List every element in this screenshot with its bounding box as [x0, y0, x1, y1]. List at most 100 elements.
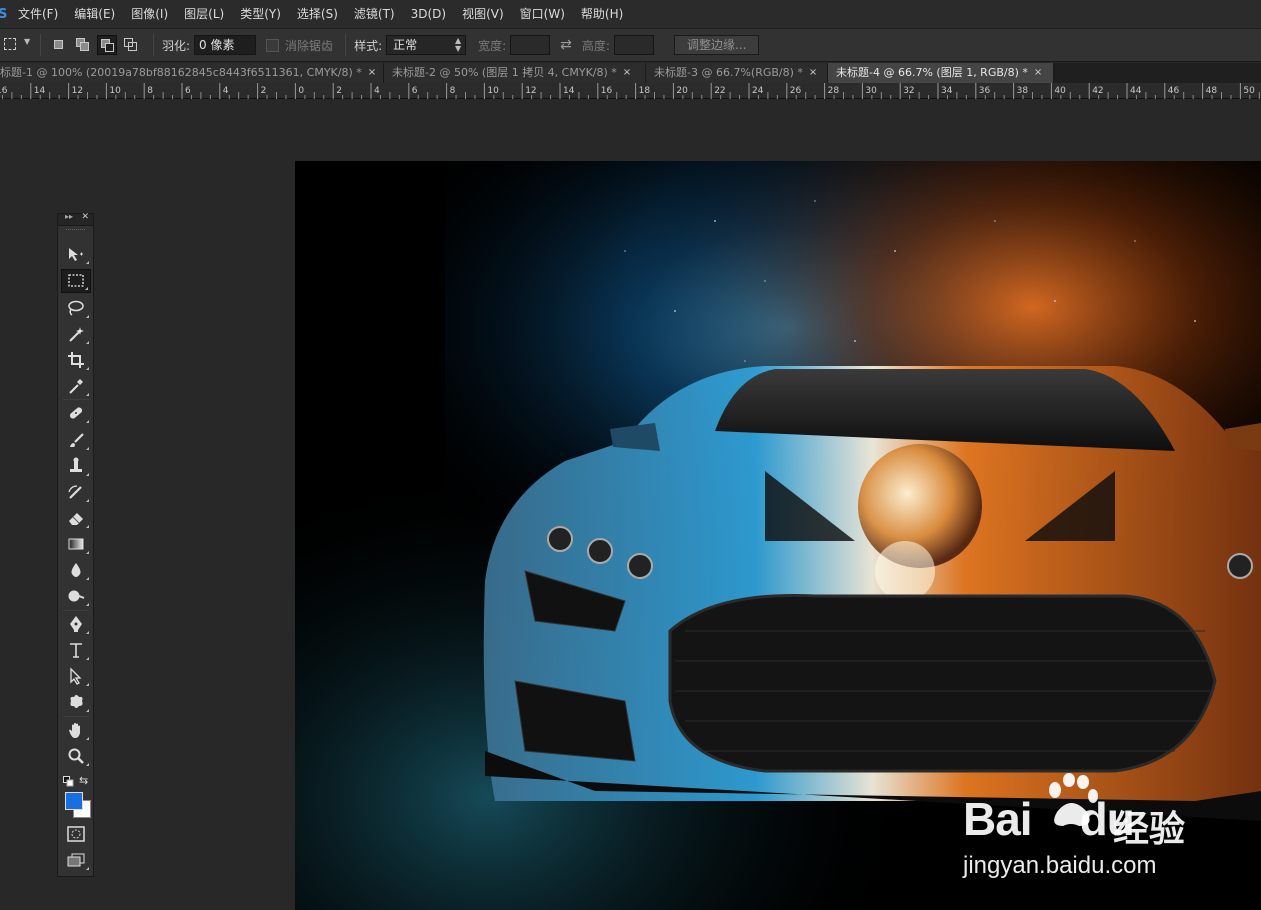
tool-flyout-indicator — [85, 287, 88, 290]
quick-mask-button[interactable] — [61, 822, 91, 846]
gradient-tool[interactable] — [61, 532, 91, 556]
menu-help[interactable]: 帮助(H) — [573, 0, 631, 28]
menu-image[interactable]: 图像(I) — [123, 0, 176, 28]
crop-tool[interactable] — [61, 348, 91, 372]
brush-tool[interactable] — [61, 428, 91, 452]
tool-group-divider — [63, 716, 89, 717]
blur-tool[interactable] — [61, 558, 91, 582]
tab-document-1[interactable]: 标题-1 @ 100% (20019a78bf88162845c8443f651… — [0, 63, 384, 83]
menu-file[interactable]: 文件(F) — [10, 0, 66, 28]
eraser-tool[interactable] — [61, 506, 91, 530]
panel-grip[interactable] — [66, 229, 85, 237]
tab-label: 未标题-3 @ 66.7%(RGB/8) * — [654, 66, 803, 79]
clone-stamp-icon — [70, 457, 82, 472]
swap-width-height-icon[interactable]: ⇄ — [560, 37, 572, 53]
clone-stamp-tool[interactable] — [61, 454, 91, 478]
marquee-tool[interactable] — [61, 269, 91, 293]
lasso-tool[interactable] — [61, 296, 91, 320]
menu-type[interactable]: 类型(Y) — [232, 0, 289, 28]
move-icon — [69, 248, 83, 261]
feather-input[interactable]: 0 像素 — [194, 35, 257, 55]
tool-flyout-indicator — [86, 657, 89, 660]
tool-preset-picker[interactable]: ▼ — [2, 35, 32, 55]
refine-edge-button[interactable]: 调整边缘... — [673, 35, 760, 55]
subtract-from-selection-button[interactable] — [97, 35, 117, 55]
width-label: 宽度: — [478, 38, 507, 53]
healing-brush-icon — [69, 407, 83, 419]
antialias-checkbox[interactable] — [266, 38, 280, 52]
style-select[interactable]: 正常 ▲ ▼ — [386, 35, 467, 55]
add-to-selection-button[interactable] — [73, 35, 93, 55]
ruler-label: 24 — [752, 86, 764, 96]
custom-shape-tool[interactable] — [61, 690, 91, 714]
close-icon[interactable]: × — [1034, 63, 1042, 83]
tab-document-2[interactable]: 未标题-2 @ 50% (图层 1 拷贝 4, CMYK/8) * × — [384, 63, 646, 83]
tool-flyout-indicator — [86, 763, 89, 766]
magic-wand-tool[interactable] — [61, 322, 91, 346]
tool-group-divider — [63, 610, 89, 611]
ruler-label: 2 — [261, 86, 267, 96]
height-label: 高度: — [581, 38, 610, 53]
close-icon[interactable]: × — [368, 63, 376, 83]
chevron-down-icon: ▼ — [24, 37, 31, 46]
document-canvas[interactable]: Bai du 经验 jingyan.baidu.com — [295, 161, 1261, 910]
menu-filter[interactable]: 滤镜(T) — [346, 0, 403, 28]
history-brush-icon — [68, 485, 82, 499]
ruler-label: 16 — [601, 86, 613, 96]
ruler-label: 8 — [450, 86, 456, 96]
menu-layer[interactable]: 图层(L) — [176, 0, 232, 28]
width-input[interactable] — [510, 35, 551, 55]
ruler-label: 2 — [336, 86, 342, 96]
type-icon — [70, 643, 82, 658]
horizontal-ruler[interactable]: 1614121086420246810121416182022242628303… — [0, 83, 1261, 99]
close-icon[interactable]: × — [623, 63, 631, 83]
history-brush-tool[interactable] — [61, 480, 91, 504]
foreground-color-swatch[interactable] — [65, 792, 83, 810]
move-tool[interactable] — [61, 242, 91, 266]
menu-3d[interactable]: 3D(D) — [403, 0, 454, 28]
menu-select[interactable]: 选择(S) — [289, 0, 346, 28]
custom-shape-icon — [70, 695, 83, 708]
ruler-label: 16 — [0, 86, 8, 96]
tab-document-3[interactable]: 未标题-3 @ 66.7%(RGB/8) * × — [646, 63, 828, 83]
new-selection-button[interactable] — [49, 35, 69, 55]
tool-flyout-indicator — [86, 341, 89, 344]
ruler-label: 32 — [903, 86, 914, 96]
tool-flyout-indicator — [86, 709, 89, 712]
healing-brush-tool[interactable] — [61, 401, 91, 425]
zoom-tool[interactable] — [61, 744, 91, 768]
intersect-selection-button[interactable] — [121, 35, 141, 55]
tool-flyout-indicator — [86, 261, 89, 264]
tool-flyout-indicator — [86, 631, 89, 634]
app-logo[interactable]: S — [0, 7, 10, 22]
height-input[interactable] — [613, 35, 654, 55]
brush-icon — [70, 433, 84, 447]
tools-panel-header[interactable]: ▸▸ ✕ — [58, 212, 93, 226]
expand-icon[interactable]: ▸▸ — [65, 212, 73, 221]
eyedropper-tool[interactable] — [61, 374, 91, 398]
menu-window[interactable]: 窗口(W) — [512, 0, 573, 28]
marquee-icon — [68, 274, 84, 287]
screen-mode-button[interactable] — [61, 848, 91, 872]
tab-document-4[interactable]: 未标题-4 @ 66.7% (图层 1, RGB/8) * × — [828, 63, 1054, 83]
default-colors-icon[interactable] — [63, 776, 74, 787]
menu-view[interactable]: 视图(V) — [454, 0, 512, 28]
ruler-label: 50 — [1243, 86, 1255, 96]
pen-tool[interactable] — [61, 612, 91, 636]
close-icon[interactable]: × — [809, 63, 817, 83]
gradient-icon — [68, 538, 84, 550]
menu-edit[interactable]: 编辑(E) — [66, 0, 123, 28]
eraser-icon — [69, 513, 83, 525]
marquee-preset-icon — [4, 38, 16, 50]
type-tool[interactable] — [61, 638, 91, 662]
swap-colors-icon[interactable]: ⇆ — [79, 774, 88, 787]
ruler-label: 4 — [223, 86, 229, 96]
ruler-label: 8 — [147, 86, 153, 96]
hand-tool[interactable] — [61, 718, 91, 742]
ruler-label: 14 — [34, 86, 46, 96]
watermark-brand: Bai du — [963, 793, 1135, 845]
dodge-tool[interactable] — [61, 584, 91, 608]
close-icon[interactable]: ✕ — [81, 212, 89, 222]
tool-group-divider — [63, 399, 89, 400]
path-selection-tool[interactable] — [61, 664, 91, 688]
